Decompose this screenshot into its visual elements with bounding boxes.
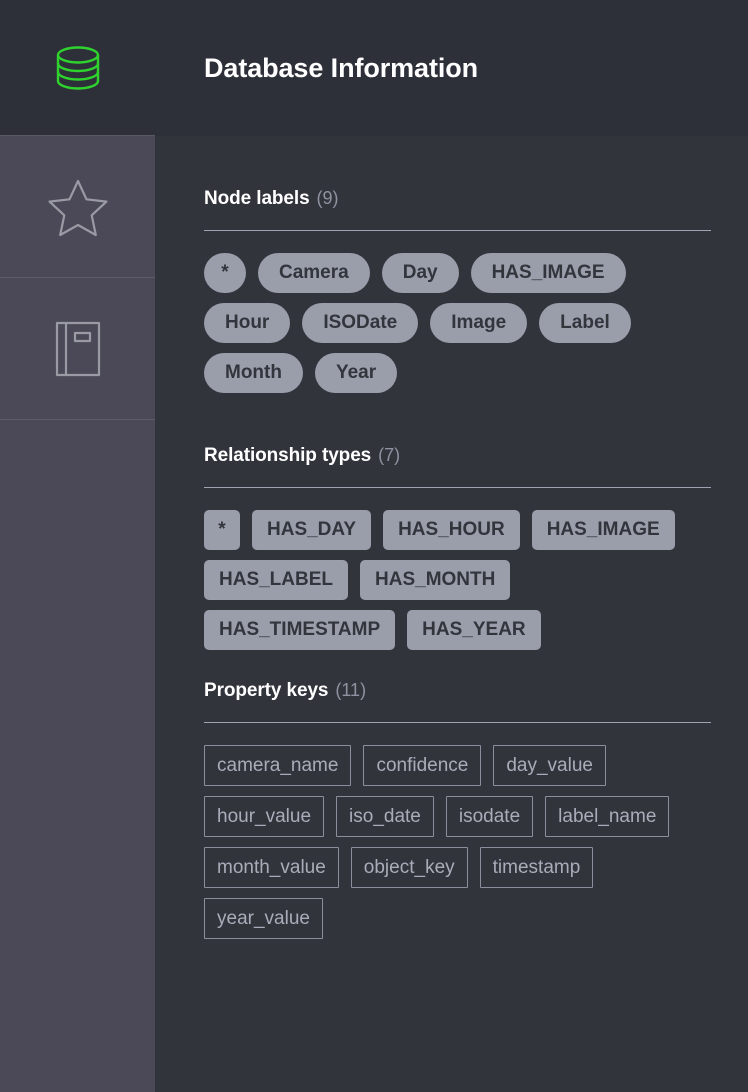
section-count: (7)	[378, 445, 401, 465]
section-count: (9)	[316, 188, 339, 208]
property-keys-chip[interactable]: iso_date	[336, 796, 434, 837]
property-keys-chip[interactable]: camera_name	[204, 745, 352, 786]
sidebar-item-documentation[interactable]	[0, 278, 155, 420]
section-property-keys: Property keys (11) camera_name confidence…	[204, 680, 711, 939]
node-labels-chip[interactable]: HAS_IMAGE	[470, 253, 626, 293]
node-labels-chip[interactable]: Hour	[204, 303, 291, 343]
property-keys-chip[interactable]: hour_value	[204, 796, 325, 837]
node-labels-chip[interactable]: *	[204, 253, 246, 293]
section-title: Property keys	[204, 680, 329, 701]
property-keys-chip[interactable]: day_value	[493, 745, 606, 786]
database-icon	[52, 42, 104, 94]
relationship-types-chip[interactable]: HAS_TIMESTAMP	[204, 610, 396, 650]
property-keys-chip[interactable]: label_name	[545, 796, 670, 837]
section-count: (11)	[335, 680, 367, 700]
section-title: Node labels	[204, 188, 310, 209]
main-panel: Database Information Node labels (9) * Ca…	[155, 0, 748, 1092]
node-labels-chip[interactable]: Day	[381, 253, 459, 293]
node-labels-chip[interactable]: Year	[314, 353, 398, 393]
relationship-types-chip[interactable]: HAS_MONTH	[360, 560, 511, 600]
page-title: Database Information	[204, 52, 479, 83]
section-divider	[204, 230, 711, 231]
relationship-types-chip[interactable]: HAS_IMAGE	[531, 510, 675, 550]
section-header-property-keys: Property keys (11)	[204, 680, 710, 702]
property-keys-chip[interactable]: year_value	[204, 898, 323, 939]
database-information-content: Node labels (9) * Camera Day HAS_IMAGE Hour I…	[155, 136, 748, 1092]
property-keys-chip[interactable]: isodate	[445, 796, 534, 837]
property-keys-chip[interactable]: timestamp	[479, 847, 594, 888]
section-header-relationship-types: Relationship types (7)	[204, 445, 710, 467]
section-divider	[204, 487, 711, 488]
star-icon	[47, 177, 109, 237]
node-labels-chip[interactable]: Month	[204, 353, 303, 393]
node-labels-chip[interactable]: Camera	[258, 253, 370, 293]
relationship-types-chip[interactable]: HAS_HOUR	[383, 510, 520, 550]
book-icon	[55, 321, 101, 377]
relationship-types-chip[interactable]: HAS_YEAR	[407, 610, 541, 650]
section-divider	[204, 722, 711, 723]
property-keys-chip[interactable]: month_value	[204, 847, 339, 888]
section-title: Relationship types	[204, 445, 372, 466]
sidebar	[0, 0, 155, 1092]
node-labels-chip-list: * Camera Day HAS_IMAGE Hour ISODate Image Label…	[204, 253, 710, 393]
relationship-types-chip-list: * HAS_DAY HAS_HOUR HAS_IMAGE HAS_LABEL HAS_MO…	[204, 510, 710, 650]
relationship-types-chip[interactable]: *	[204, 510, 240, 550]
sidebar-item-database[interactable]	[0, 0, 155, 136]
node-labels-chip[interactable]: ISODate	[302, 303, 419, 343]
sidebar-empty-area	[0, 420, 155, 1092]
node-labels-chip[interactable]: Image	[430, 303, 528, 343]
page-header: Database Information	[155, 0, 748, 136]
property-keys-chip-list: camera_name confidence day_value hour_value…	[204, 745, 710, 939]
property-keys-chip[interactable]: object_key	[350, 847, 468, 888]
property-keys-chip[interactable]: confidence	[363, 745, 482, 786]
sidebar-item-favorites[interactable]	[0, 136, 155, 278]
relationship-types-chip[interactable]: HAS_DAY	[252, 510, 372, 550]
relationship-types-chip[interactable]: HAS_LABEL	[204, 560, 349, 600]
section-header-node-labels: Node labels (9)	[204, 188, 710, 210]
node-labels-chip[interactable]: Label	[539, 303, 631, 343]
section-node-labels: Node labels (9) * Camera Day HAS_IMAGE Hour I…	[204, 188, 711, 393]
section-relationship-types: Relationship types (7) * HAS_DAY HAS_HOUR H…	[204, 445, 711, 650]
